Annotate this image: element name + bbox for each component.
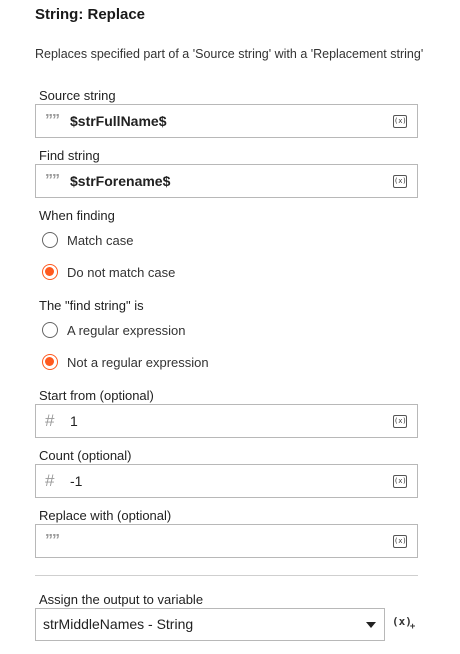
regular-expression-label[interactable]: A regular expression (67, 323, 186, 338)
output-variable-select[interactable]: strMiddleNames - String (35, 608, 385, 641)
output-variable-label: Assign the output to variable (39, 592, 204, 607)
not-regular-expression-radio[interactable] (42, 354, 58, 370)
do-not-match-case-label[interactable]: Do not match case (67, 265, 175, 280)
not-regular-expression-label[interactable]: Not a regular expression (67, 355, 209, 370)
replace-with-label: Replace with (optional) (39, 508, 172, 523)
match-case-label[interactable]: Match case (67, 233, 133, 248)
variable-picker-icon[interactable]: (x) (393, 415, 407, 428)
action-description: Replaces specified part of a 'Source str… (35, 47, 424, 61)
variable-picker-icon[interactable]: (x) (393, 535, 407, 548)
variable-picker-icon[interactable]: (x) (393, 115, 407, 128)
find-string-label: Find string (39, 148, 100, 163)
count-field[interactable]: # -1 (x) (35, 464, 418, 498)
start-from-field[interactable]: # 1 (x) (35, 404, 418, 438)
find-string-is-label: The "find string" is (39, 298, 144, 313)
do-not-match-case-radio[interactable] (42, 264, 58, 280)
source-string-field[interactable]: ”” $strFullName$ (x) (35, 104, 418, 138)
chevron-down-icon[interactable] (366, 622, 376, 628)
string-quote-icon: ”” (45, 172, 60, 189)
string-quote-icon: ”” (45, 112, 60, 129)
source-string-label: Source string (39, 88, 116, 103)
replace-with-field[interactable]: ”” (x) (35, 524, 418, 558)
output-variable-value: strMiddleNames - String (43, 616, 194, 632)
action-title: String: Replace (35, 6, 146, 23)
count-value[interactable]: -1 (70, 465, 82, 497)
find-string-value[interactable]: $strForename$ (70, 165, 170, 197)
variable-picker-icon[interactable]: (x) (393, 175, 407, 188)
match-case-radio[interactable] (42, 232, 58, 248)
section-divider (35, 575, 418, 576)
hash-icon: # (45, 411, 55, 430)
source-string-value[interactable]: $strFullName$ (70, 105, 166, 137)
regular-expression-radio[interactable] (42, 322, 58, 338)
new-variable-button[interactable]: (x)+ (392, 615, 417, 632)
variable-picker-icon[interactable]: (x) (393, 475, 407, 488)
when-finding-label: When finding (39, 208, 115, 223)
start-from-value[interactable]: 1 (70, 405, 78, 437)
plus-icon: + (409, 622, 416, 632)
variable-icon: (x) (392, 615, 412, 628)
count-label: Count (optional) (39, 448, 132, 463)
find-string-field[interactable]: ”” $strForename$ (x) (35, 164, 418, 198)
string-quote-icon: ”” (45, 532, 60, 549)
start-from-label: Start from (optional) (39, 388, 154, 403)
hash-icon: # (45, 471, 55, 490)
